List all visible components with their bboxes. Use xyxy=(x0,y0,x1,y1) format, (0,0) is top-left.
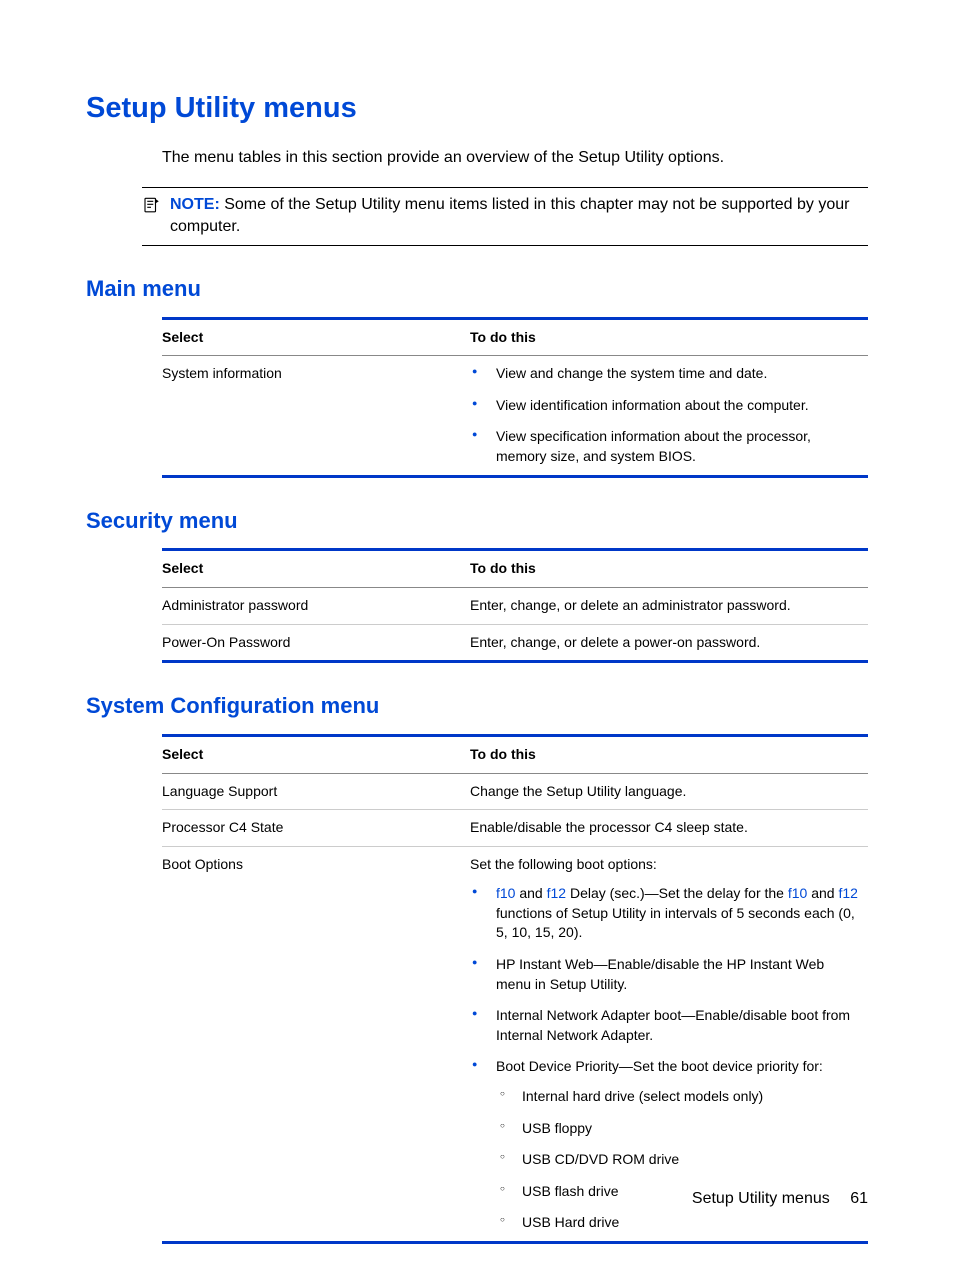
list-item: Internal Network Adapter boot—Enable/dis… xyxy=(470,1006,860,1045)
key-label: f12 xyxy=(838,885,857,901)
table-row: Processor C4 State Enable/disable the pr… xyxy=(162,810,868,847)
cell-todo: View and change the system time and date… xyxy=(470,356,868,476)
page: Setup Utility menus The menu tables in t… xyxy=(0,0,954,1270)
boot-intro: Set the following boot options: xyxy=(470,855,860,875)
footer-label: Setup Utility menus xyxy=(692,1190,830,1207)
list-item: View and change the system time and date… xyxy=(470,364,860,384)
cell-select: Power-On Password xyxy=(162,624,470,662)
page-footer: Setup Utility menus 61 xyxy=(692,1188,868,1210)
text: Delay (sec.)—Set the delay for the xyxy=(566,885,788,901)
col-select: Select xyxy=(162,318,470,356)
list-item: View specification information about the… xyxy=(470,427,860,466)
intro-text: The menu tables in this section provide … xyxy=(162,147,868,169)
list-item: Internal hard drive (select models only) xyxy=(496,1087,860,1107)
text: functions of Setup Utility in intervals … xyxy=(496,905,855,941)
cell-todo: Enable/disable the processor C4 sleep st… xyxy=(470,810,868,847)
table-row: System information View and change the s… xyxy=(162,356,868,476)
cell-select: Administrator password xyxy=(162,587,470,624)
list-item: USB CD/DVD ROM drive xyxy=(496,1150,860,1170)
col-select: Select xyxy=(162,735,470,773)
col-select: Select xyxy=(162,550,470,588)
cell-select: System information xyxy=(162,356,470,476)
table-row: Administrator password Enter, change, or… xyxy=(162,587,868,624)
key-label: f10 xyxy=(496,885,515,901)
page-title: Setup Utility menus xyxy=(86,88,868,129)
heading-sysconfig: System Configuration menu xyxy=(86,691,868,722)
list-item: USB Hard drive xyxy=(496,1213,860,1233)
col-todo: To do this xyxy=(470,735,868,773)
cell-select: Language Support xyxy=(162,773,470,810)
cell-select: Processor C4 State xyxy=(162,810,470,847)
note-icon xyxy=(142,194,160,221)
cell-todo: Enter, change, or delete an administrato… xyxy=(470,587,868,624)
table-row: Power-On Password Enter, change, or dele… xyxy=(162,624,868,662)
cell-select: Boot Options xyxy=(162,846,470,1242)
col-todo: To do this xyxy=(470,318,868,356)
list-item: f10 and f12 Delay (sec.)—Set the delay f… xyxy=(470,884,860,943)
main-menu-table: Select To do this System information Vie… xyxy=(162,317,868,478)
cell-todo: Change the Setup Utility language. xyxy=(470,773,868,810)
table-row: Boot Options Set the following boot opti… xyxy=(162,846,868,1242)
text: Boot Device Priority—Set the boot device… xyxy=(496,1058,823,1074)
list-item: USB floppy xyxy=(496,1119,860,1139)
cell-todo: Set the following boot options: f10 and … xyxy=(470,846,868,1242)
sysconfig-menu-table: Select To do this Language Support Chang… xyxy=(162,734,868,1244)
text: and xyxy=(515,885,546,901)
key-label: f12 xyxy=(547,885,566,901)
note-box: NOTE: Some of the Setup Utility menu ite… xyxy=(142,187,868,246)
cell-todo: Enter, change, or delete a power-on pass… xyxy=(470,624,868,662)
note-label: NOTE: xyxy=(170,196,220,213)
page-number: 61 xyxy=(850,1190,868,1207)
heading-main: Main menu xyxy=(86,274,868,305)
table-row: Language Support Change the Setup Utilit… xyxy=(162,773,868,810)
list-item: HP Instant Web—Enable/disable the HP Ins… xyxy=(470,955,860,994)
key-label: f10 xyxy=(788,885,807,901)
note-text: Some of the Setup Utility menu items lis… xyxy=(170,196,849,235)
list-item: View identification information about th… xyxy=(470,396,860,416)
security-menu-table: Select To do this Administrator password… xyxy=(162,548,868,663)
text: and xyxy=(807,885,838,901)
note-content: NOTE: Some of the Setup Utility menu ite… xyxy=(170,194,868,239)
col-todo: To do this xyxy=(470,550,868,588)
heading-security: Security menu xyxy=(86,506,868,537)
